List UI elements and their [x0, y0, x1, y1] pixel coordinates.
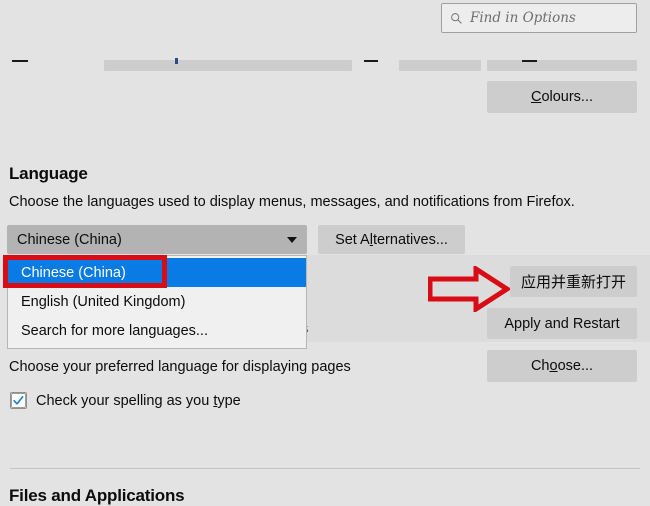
clipped-caret-icon — [175, 58, 178, 64]
clipped-controls-strip — [0, 48, 650, 72]
spellcheck-checkbox[interactable] — [10, 392, 27, 409]
clipped-control-a — [12, 60, 28, 62]
files-and-applications-heading: Files and Applications — [9, 486, 185, 505]
language-section-heading: Language — [9, 164, 88, 183]
dropdown-item-label: English (United Kingdom) — [21, 293, 186, 310]
search-input[interactable]: Find in Options — [441, 3, 637, 33]
apply-and-restart-chinese-label: 应用并重新打开 — [520, 273, 626, 291]
apply-and-restart-chinese-button[interactable]: 应用并重新打开 — [510, 266, 637, 297]
chevron-down-icon — [287, 236, 297, 243]
set-alternatives-label: Set Alternatives... — [335, 231, 448, 248]
language-select-value: Chinese (China) — [17, 231, 122, 248]
language-dropdown-list[interactable]: Chinese (China) English (United Kingdom)… — [7, 255, 307, 349]
clipped-control-e — [487, 60, 637, 71]
dropdown-item-search-more-languages[interactable]: Search for more languages... — [8, 316, 306, 345]
apply-and-restart-button[interactable]: Apply and Restart — [487, 308, 637, 339]
spellcheck-label: Check your spelling as you type — [36, 392, 241, 409]
clipped-control-d — [399, 60, 481, 71]
clipped-control-b — [104, 60, 352, 71]
dropdown-item-english-uk[interactable]: English (United Kingdom) — [8, 287, 306, 316]
dropdown-item-chinese-china[interactable]: Chinese (China) — [8, 258, 306, 287]
language-select[interactable]: Chinese (China) — [7, 225, 307, 254]
apply-and-restart-label: Apply and Restart — [504, 315, 620, 332]
dropdown-item-label: Chinese (China) — [21, 264, 126, 281]
colours-button[interactable]: Colours... — [487, 81, 637, 113]
choose-button-label: Choose... — [530, 358, 594, 374]
search-placeholder: Find in Options — [470, 10, 576, 26]
section-divider — [10, 468, 640, 469]
clipped-control-f — [522, 60, 537, 62]
clipped-control-c — [364, 60, 378, 62]
language-section-description: Choose the languages used to display men… — [9, 194, 575, 210]
set-alternatives-button[interactable]: Set Alternatives... — [318, 225, 465, 254]
search-icon — [451, 12, 462, 24]
preferred-pages-language-label: Choose your preferred language for displ… — [9, 359, 351, 375]
dropdown-item-label: Search for more languages... — [21, 322, 208, 339]
choose-button[interactable]: Choose... — [487, 350, 637, 382]
spellcheck-row[interactable]: Check your spelling as you type — [10, 392, 241, 409]
colours-button-label: Colours... — [530, 89, 594, 105]
